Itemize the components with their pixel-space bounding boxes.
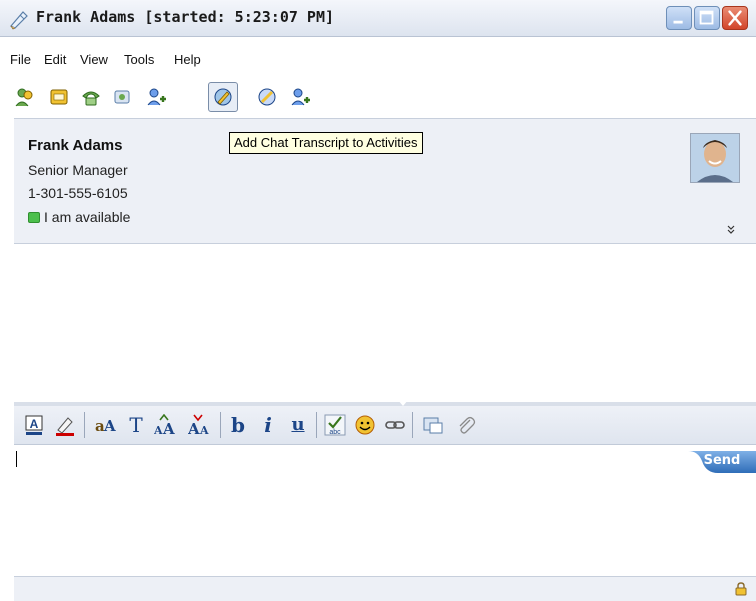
status-text: I am available	[44, 209, 131, 225]
maximize-button[interactable]	[694, 6, 720, 30]
minimize-button[interactable]	[666, 6, 692, 30]
call-icon[interactable]	[48, 86, 70, 108]
svg-text:A: A	[199, 424, 209, 436]
menu-file[interactable]: File	[10, 52, 31, 67]
send-button[interactable]: Send	[688, 449, 756, 475]
contact-name: Frank Adams	[28, 137, 123, 154]
chat-window: Frank Adams [started: 5:23:07 PM] File E…	[0, 0, 756, 601]
avatar	[690, 133, 740, 183]
window-title: Frank Adams [started: 5:23:07 PM]	[36, 8, 335, 26]
status-bar	[14, 576, 756, 601]
svg-text:A: A	[154, 424, 163, 436]
font-icon[interactable]: a A	[94, 414, 116, 436]
invite-icon[interactable]	[146, 86, 168, 108]
formatting-toolbar: A a A T A A A A b i u abc	[14, 406, 756, 445]
spellcheck-icon[interactable]: abc	[324, 414, 346, 436]
text-caret	[16, 451, 17, 467]
toolbar-divider	[316, 412, 317, 438]
grow-font-icon[interactable]: A A	[154, 414, 178, 436]
chat-transcript[interactable]	[14, 244, 756, 402]
send-file-icon[interactable]	[112, 86, 134, 108]
title-bar[interactable]: Frank Adams [started: 5:23:07 PM]	[0, 0, 756, 37]
message-input[interactable]	[14, 445, 756, 576]
add-people-icon[interactable]	[290, 86, 312, 108]
italic-button[interactable]: i	[258, 414, 278, 436]
svg-text:A: A	[188, 420, 200, 436]
svg-text:A: A	[103, 417, 116, 435]
expand-icon[interactable]	[726, 223, 736, 235]
shrink-font-icon[interactable]: A A	[188, 414, 212, 436]
lock-icon[interactable]	[734, 582, 748, 596]
svg-text:abc: abc	[329, 429, 341, 436]
pencil-chat-icon	[10, 11, 28, 30]
add-transcript-button[interactable]	[208, 82, 238, 112]
menu-help[interactable]: Help	[174, 52, 201, 67]
svg-text:A: A	[162, 420, 175, 436]
send-label: Send	[703, 453, 741, 468]
add-contacts-icon[interactable]	[14, 86, 36, 108]
menu-edit[interactable]: Edit	[44, 52, 66, 67]
font-style-button[interactable]: T	[126, 414, 146, 436]
contact-phone: 1-301-555-6105	[28, 185, 128, 201]
emoticon-icon[interactable]	[354, 414, 376, 436]
highlight-icon[interactable]	[54, 414, 76, 436]
minimize-icon	[673, 20, 683, 24]
tooltip: Add Chat Transcript to Activities	[229, 132, 423, 154]
menu-tools[interactable]: Tools	[124, 52, 154, 67]
contact-status: I am available	[28, 209, 130, 225]
link-icon[interactable]	[384, 414, 406, 436]
attach-icon[interactable]	[454, 414, 476, 436]
close-button[interactable]	[722, 6, 748, 30]
avatar-photo	[691, 134, 739, 182]
add-transcript-icon	[214, 88, 232, 106]
close-icon	[728, 10, 742, 26]
bold-button[interactable]: b	[228, 414, 248, 436]
svg-text:A: A	[30, 417, 39, 431]
main-toolbar	[0, 80, 756, 112]
underline-button[interactable]: u	[288, 414, 308, 436]
toolbar-divider	[220, 412, 221, 438]
share-icon[interactable]	[256, 86, 278, 108]
text-color-icon[interactable]: A	[24, 414, 44, 436]
toolbar-divider	[412, 412, 413, 438]
status-available-icon	[28, 212, 40, 223]
phone-icon[interactable]	[80, 86, 102, 108]
toolbar-divider	[84, 412, 85, 438]
menu-view[interactable]: View	[80, 52, 108, 67]
menu-bar: File Edit View Tools Help	[0, 50, 756, 70]
maximize-icon	[699, 10, 714, 25]
contact-title: Senior Manager	[28, 162, 128, 178]
screen-capture-icon[interactable]	[422, 414, 444, 436]
